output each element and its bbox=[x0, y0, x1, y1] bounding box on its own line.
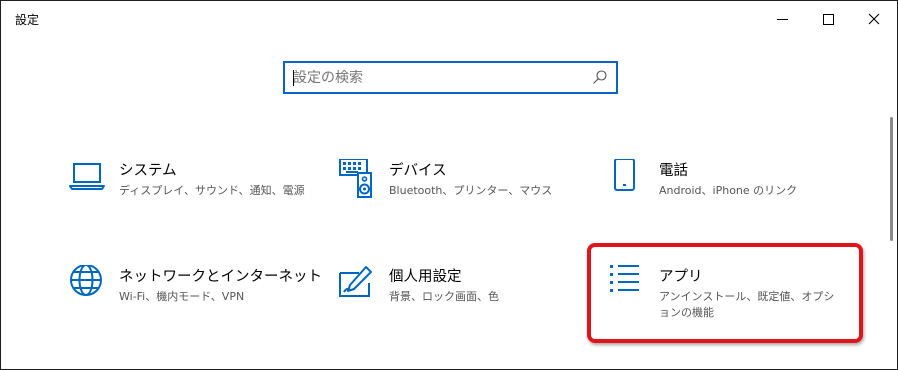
category-apps[interactable]: アプリ アンインストール、既定値、オプションの機能 bbox=[609, 265, 859, 335]
minimize-icon bbox=[776, 18, 788, 20]
category-devices[interactable]: デバイス Bluetooth、プリンター、マウス bbox=[339, 159, 589, 229]
window-title: 設定 bbox=[15, 13, 40, 27]
title-bar[interactable]: 設定 bbox=[1, 1, 897, 37]
category-description: 背景、ロック画面、色 bbox=[389, 290, 499, 303]
category-description: Bluetooth、プリンター、マウス bbox=[389, 184, 553, 197]
category-personalization[interactable]: 個人用設定 背景、ロック画面、色 bbox=[339, 265, 589, 335]
text-caret bbox=[293, 70, 294, 86]
globe-icon bbox=[70, 265, 102, 296]
category-name: システム bbox=[119, 163, 177, 179]
maximize-button[interactable] bbox=[805, 1, 851, 37]
close-icon bbox=[868, 13, 880, 25]
category-description: Android、iPhone のリンク bbox=[659, 184, 798, 197]
laptop-icon bbox=[69, 163, 105, 190]
category-description: ディスプレイ、サウンド、通知、電源 bbox=[119, 184, 305, 197]
category-description: Wi-Fi、機内モード、VPN bbox=[119, 290, 245, 303]
scrollbar[interactable] bbox=[890, 117, 893, 241]
search-input[interactable] bbox=[289, 67, 583, 88]
category-name: アプリ bbox=[659, 269, 703, 285]
category-description: アンインストール、既定値、オプションの機能 bbox=[659, 290, 835, 319]
category-network-internet[interactable]: ネットワークとインターネット Wi-Fi、機内モード、VPN bbox=[69, 265, 322, 335]
maximize-icon bbox=[822, 13, 834, 25]
phone-icon bbox=[614, 159, 635, 191]
category-name: 個人用設定 bbox=[389, 269, 462, 285]
category-name: デバイス bbox=[389, 163, 447, 179]
category-name: ネットワークとインターネット bbox=[119, 269, 322, 285]
close-button[interactable] bbox=[851, 1, 897, 37]
search-box[interactable] bbox=[283, 61, 618, 94]
category-system[interactable]: システム ディスプレイ、サウンド、通知、電源 bbox=[69, 159, 319, 229]
keyboard-speaker-icon bbox=[339, 159, 372, 198]
minimize-button[interactable] bbox=[759, 1, 805, 37]
search-icon[interactable] bbox=[592, 69, 608, 85]
category-phone[interactable]: 電話 Android、iPhone のリンク bbox=[609, 159, 859, 229]
paint-pen-icon bbox=[339, 266, 372, 297]
settings-window: 設定 システム ディスプレイ、サウンド、通知、電源 bbox=[0, 0, 898, 370]
app-list-icon bbox=[610, 265, 639, 292]
category-name: 電話 bbox=[659, 163, 688, 179]
